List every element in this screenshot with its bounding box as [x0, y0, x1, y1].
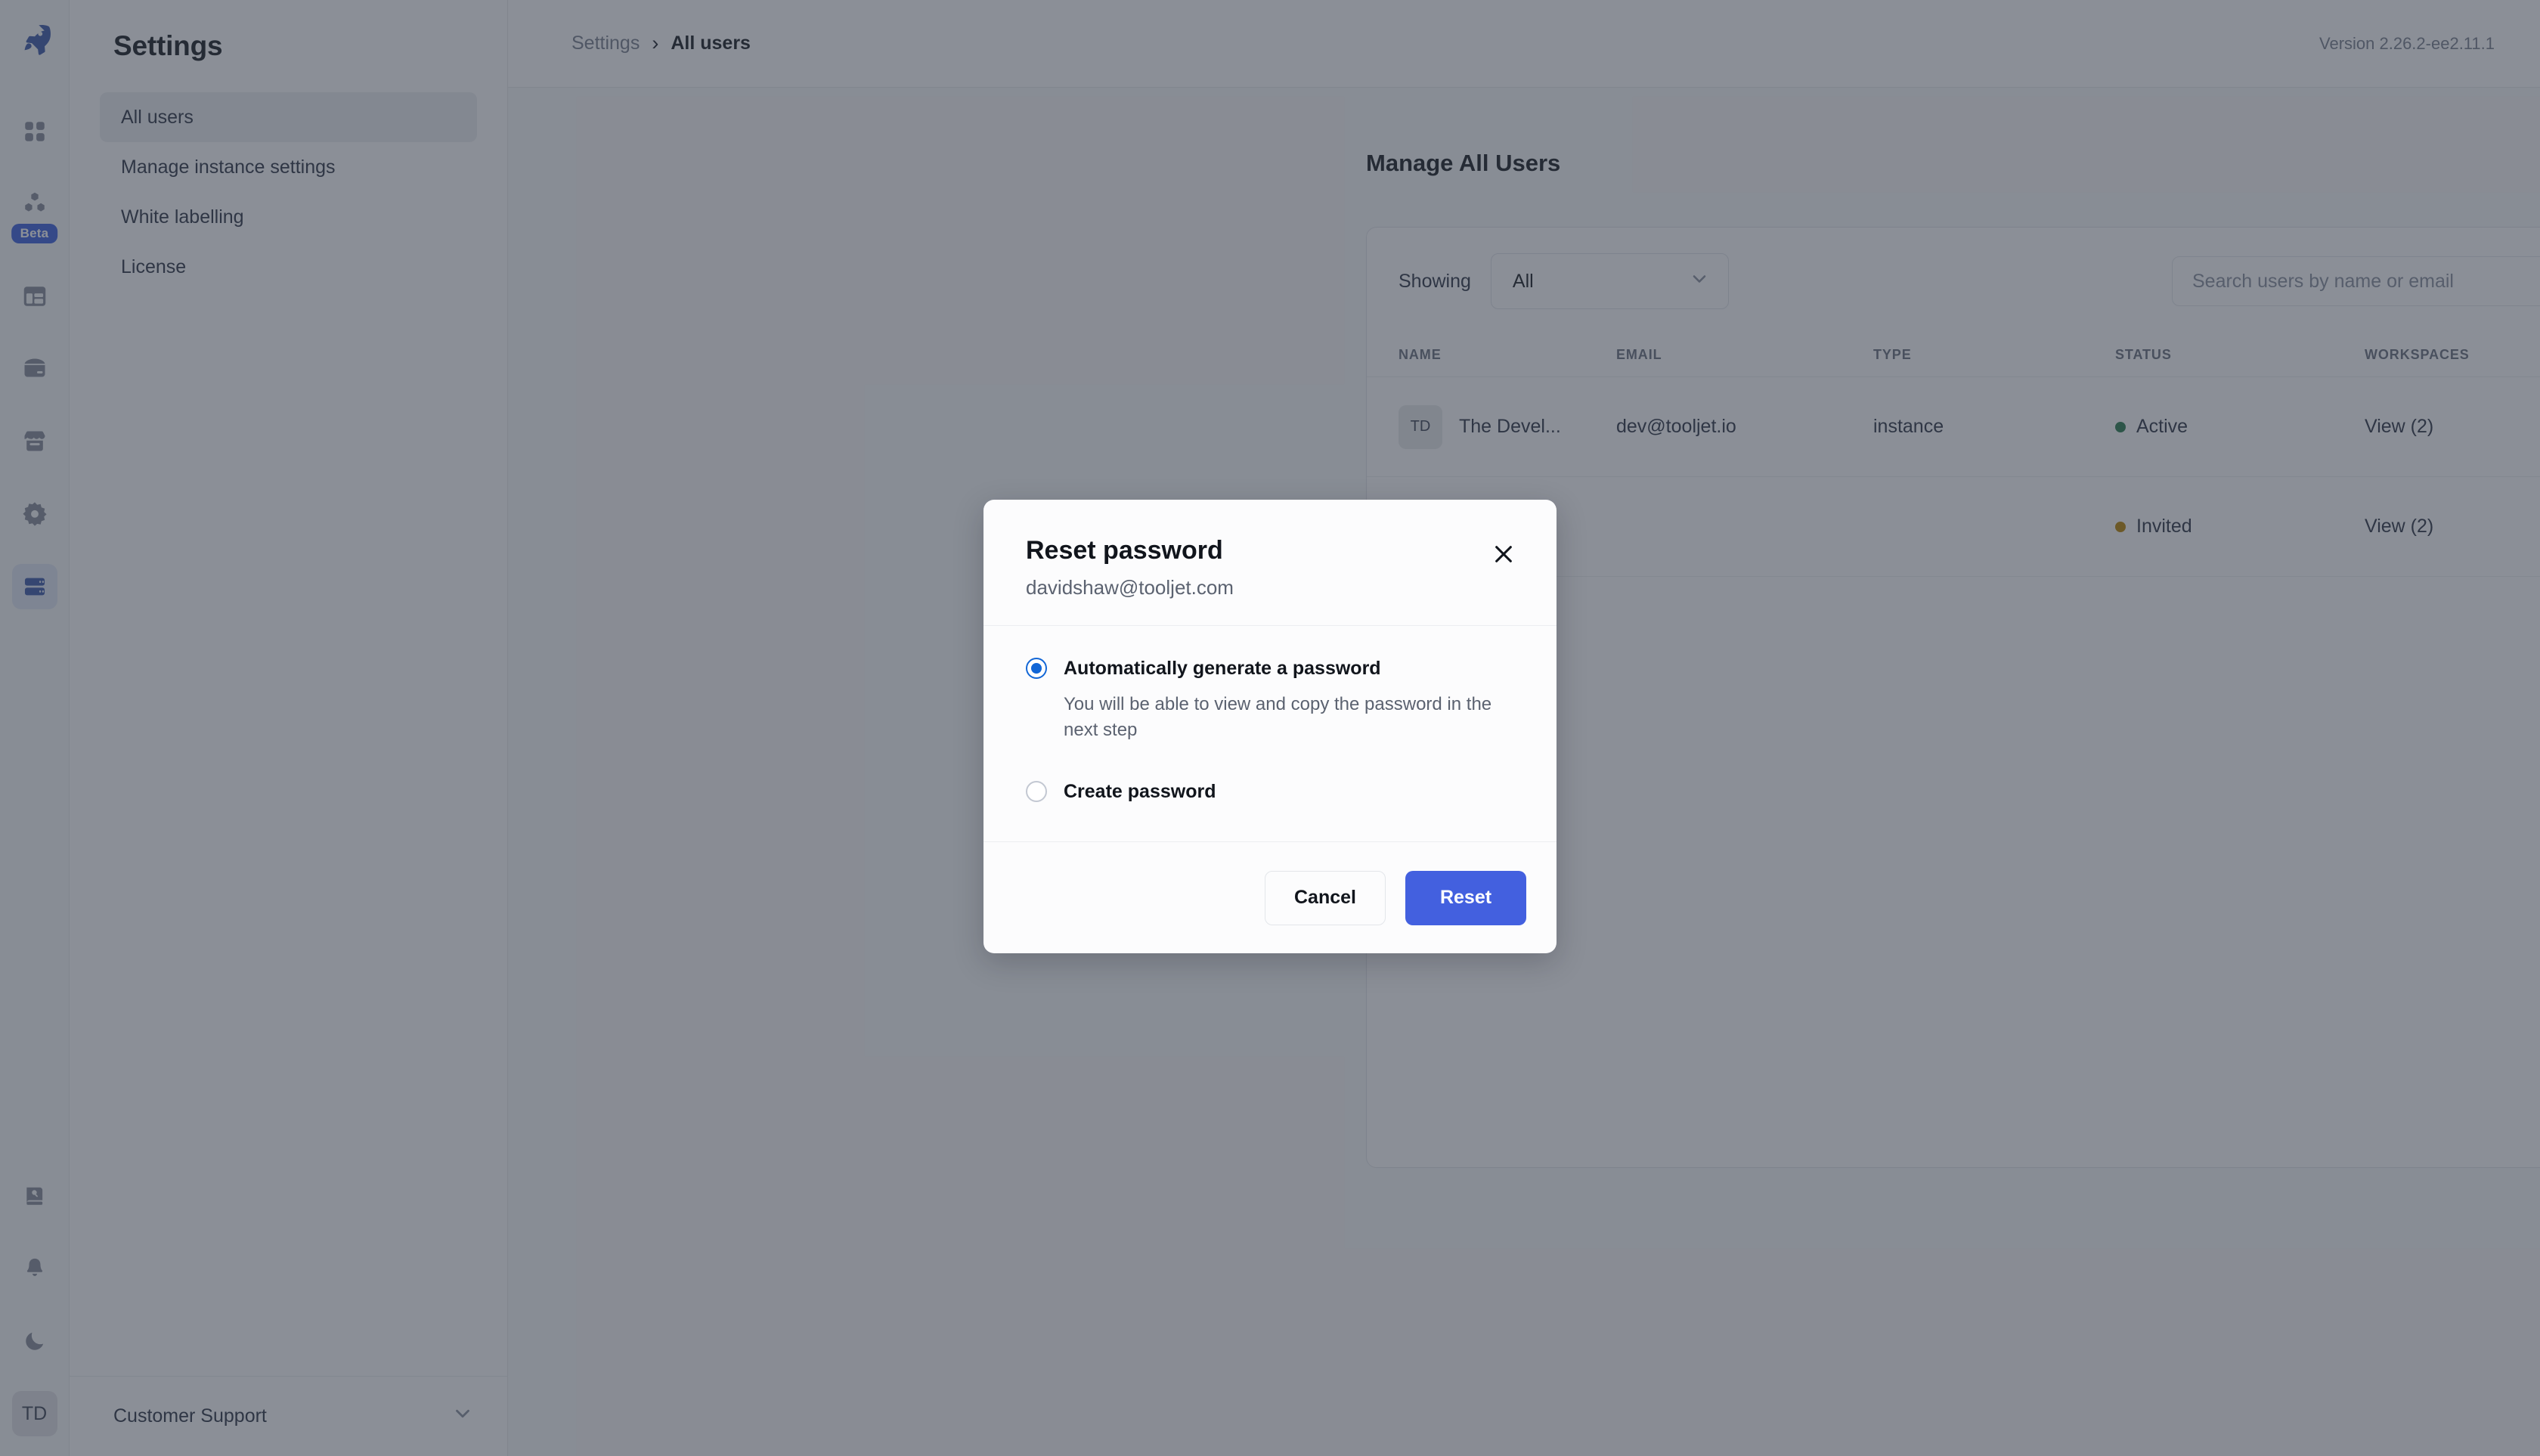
option-help-text: You will be able to view and copy the pa…	[1064, 692, 1514, 743]
close-icon[interactable]	[1487, 537, 1520, 571]
cancel-button[interactable]: Cancel	[1265, 871, 1386, 925]
option-auto-generate[interactable]: Automatically generate a password	[1026, 658, 1514, 680]
radio-create-password[interactable]	[1026, 781, 1047, 802]
option-create-password[interactable]: Create password	[1026, 781, 1514, 803]
dialog-subtitle: davidshaw@tooljet.com	[1026, 576, 1234, 599]
radio-auto-generate[interactable]	[1026, 658, 1047, 679]
dialog-title: Reset password	[1026, 534, 1234, 567]
dialog-footer: Cancel Reset	[983, 841, 1557, 953]
option-label: Automatically generate a password	[1064, 658, 1381, 680]
dialog-body: Automatically generate a password You wi…	[983, 625, 1557, 842]
reset-password-dialog: Reset password davidshaw@tooljet.com Aut…	[983, 500, 1557, 953]
dialog-header: Reset password davidshaw@tooljet.com	[983, 500, 1557, 625]
reset-button[interactable]: Reset	[1405, 871, 1526, 925]
option-label: Create password	[1064, 781, 1216, 803]
